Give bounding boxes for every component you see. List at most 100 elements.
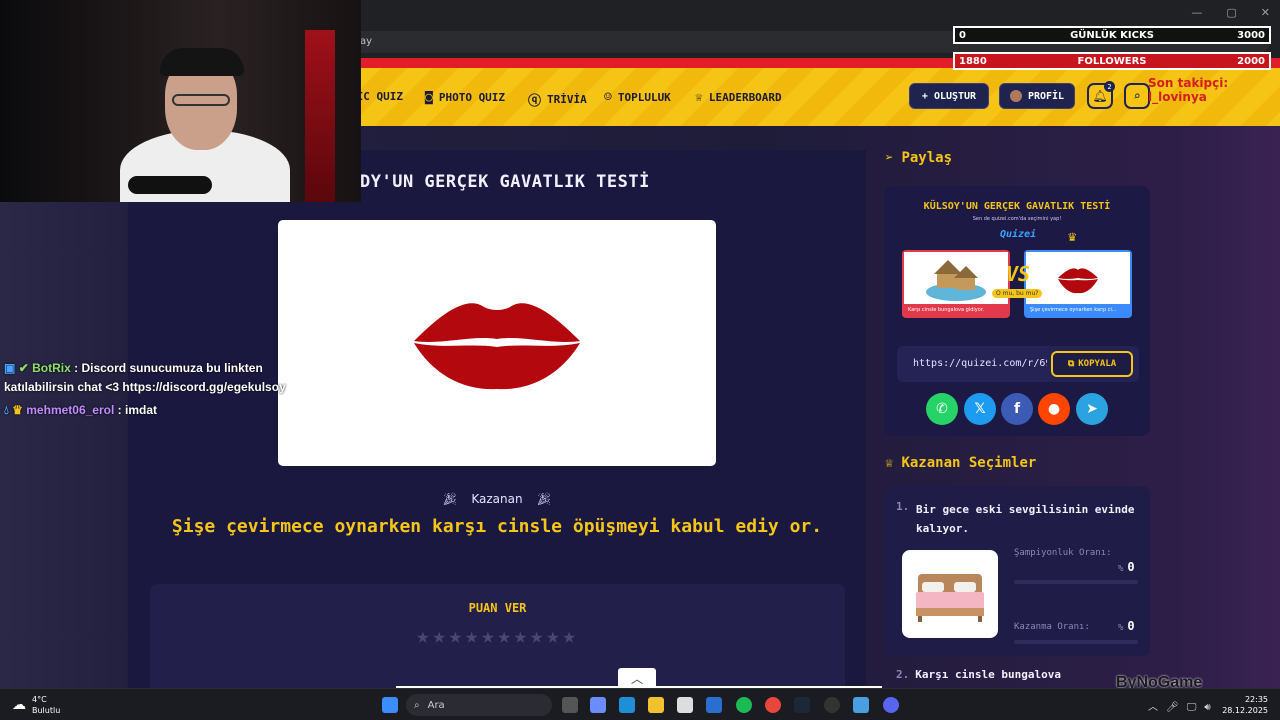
star-icon[interactable]: ★ <box>433 624 449 649</box>
share-heading-label: Paylaş <box>901 150 953 166</box>
mail-icon[interactable] <box>706 697 722 713</box>
star-icon[interactable]: ★ <box>514 624 530 649</box>
star-icon[interactable]: ★ <box>546 624 562 649</box>
nav-label: TRİVİA <box>547 93 587 106</box>
facebook-icon: f <box>1013 401 1021 417</box>
folder-icon[interactable] <box>648 697 664 713</box>
nav-community[interactable]: ☺ TOPLULUK <box>604 90 671 105</box>
nav-trivia[interactable]: ⓠ TRİVİA <box>528 90 587 109</box>
star-rating[interactable]: ★★★★★★★★★★ <box>150 624 845 649</box>
plus-icon: + <box>921 90 928 102</box>
maximize-button[interactable]: ▢ <box>1226 6 1236 19</box>
obs-icon[interactable] <box>824 697 840 713</box>
winner-heading-label: Kazanan <box>471 492 523 506</box>
create-label: OLUŞTUR <box>933 90 977 102</box>
followers-goal-bar: 1880 FOLLOWERS 2000 <box>953 52 1271 70</box>
star-icon[interactable]: ★ <box>465 624 481 649</box>
share-link-row: https://quizei.com/r/69 ⧉ KOPYALA <box>897 346 1139 382</box>
question-icon: ⓠ <box>528 94 542 109</box>
clock-date: 28.12.2025 <box>1222 706 1268 715</box>
window-controls: — ▢ ✕ <box>1191 6 1270 19</box>
reddit-icon: ● <box>1047 401 1061 417</box>
app-icon[interactable] <box>853 697 869 713</box>
star-icon[interactable]: ★ <box>498 624 514 649</box>
task-view-icon[interactable] <box>562 697 578 713</box>
or-label: O mu, bu mu? <box>992 289 1043 298</box>
choice-item[interactable]: 1. Bir gece eski sevgilisinin evinde kal… <box>884 486 1150 656</box>
clock[interactable]: 22:35 28.12.2025 <box>1222 694 1268 716</box>
telegram-share-button[interactable]: ➤ <box>1076 393 1108 425</box>
winner-heading: 🎉︎ Kazanan 🎉︎ <box>0 492 994 506</box>
win-rate-bar <box>1014 640 1138 644</box>
nav-leaderboard[interactable]: ♕ LEADERBOARD <box>695 90 782 105</box>
nav-label: TOPLULUK <box>617 91 671 104</box>
cloud-icon: ☁ <box>12 697 26 713</box>
system-tray[interactable]: ︿🎤︎🖵🔊︎ <box>1148 698 1219 713</box>
preview-right-caption: Şişe çevirmece oynarken karşı ci... <box>1026 304 1130 316</box>
copy-icon: ⧉ <box>1067 359 1075 369</box>
nav-label: LEADERBOARD <box>708 91 782 104</box>
taskbar-search[interactable]: ⌕ Ara <box>406 694 552 716</box>
copilot-icon[interactable] <box>590 697 606 713</box>
chat-username: BotRix <box>32 361 71 375</box>
choice-image <box>902 550 998 638</box>
page-title: DY'UN GERÇEK GAVATLIK TESTİ <box>360 172 650 192</box>
profile-button[interactable]: PROFİL <box>999 83 1075 109</box>
bot-badge-icon: ▣ <box>4 361 16 375</box>
notifications-button[interactable]: 🔔︎ 2 <box>1087 81 1115 109</box>
edge-icon[interactable] <box>619 697 635 713</box>
star-icon[interactable]: ★ <box>449 624 465 649</box>
minimize-button[interactable]: — <box>1191 6 1202 19</box>
address-text: ay <box>360 36 373 47</box>
search-icon: ⌕ <box>1133 89 1141 103</box>
verified-icon: ✔ <box>18 361 29 375</box>
close-button[interactable]: ✕ <box>1261 6 1270 19</box>
star-icon[interactable]: ★ <box>563 624 579 649</box>
trophy-icon: ♕ <box>695 90 703 105</box>
winner-choice-text: Şişe çevirmece oynarken karşı cinsle öpü… <box>171 516 823 537</box>
send-icon: ➢ <box>885 150 894 166</box>
kicks-goal-bar: 0 GÜNLÜK KICKS 3000 <box>953 26 1271 44</box>
spotify-icon[interactable] <box>736 697 752 713</box>
drop-icon: 💧︎ <box>4 403 9 417</box>
win-rate-value: % 0 <box>1118 619 1135 633</box>
streamer-cap <box>160 48 244 76</box>
create-button[interactable]: + OLUŞTUR <box>909 83 989 109</box>
trophy-icon: ♕ <box>885 455 894 471</box>
start-icon[interactable] <box>382 697 398 713</box>
x-share-button[interactable]: 𝕏 <box>964 393 996 425</box>
lips-icon <box>414 303 580 390</box>
users-icon: ☺ <box>604 90 612 105</box>
nav-photo-quiz[interactable]: ◙ PHOTO QUIZ <box>425 90 505 105</box>
weather-widget[interactable]: ☁ 4°C Bulutlu <box>12 694 60 716</box>
choice-item[interactable]: 2. Karşı cinsle bungalova <box>896 668 1061 681</box>
crown-icon: ♛ <box>1068 229 1077 245</box>
vs-label: VS <box>1006 262 1031 286</box>
share-link-field[interactable]: https://quizei.com/r/69 <box>913 358 1047 369</box>
scroll-top-button[interactable]: ︿ <box>618 668 656 688</box>
star-icon[interactable]: ★ <box>416 624 432 649</box>
weather-desc: Bulutlu <box>32 706 61 715</box>
x-icon: 𝕏 <box>974 401 986 417</box>
reddit-share-button[interactable]: ● <box>1038 393 1070 425</box>
star-icon[interactable]: ★ <box>530 624 546 649</box>
copy-button[interactable]: ⧉ KOPYALA <box>1051 351 1133 377</box>
party-icon: 🎉︎ <box>536 492 552 506</box>
preview-title: KÜLSOY'UN GERÇEK GAVATLIK TESTİ <box>923 201 1111 212</box>
webcam-feed <box>0 0 361 202</box>
search-button[interactable]: ⌕ <box>1124 83 1150 109</box>
star-icon[interactable]: ★ <box>481 624 497 649</box>
champion-rate-bar <box>1014 580 1138 584</box>
champion-rate-label: Şampiyonluk Oranı: <box>1014 548 1112 558</box>
weather-temp: 4°C <box>32 695 47 704</box>
facebook-share-button[interactable]: f <box>1001 393 1033 425</box>
steam-icon[interactable] <box>794 697 810 713</box>
bed-icon <box>916 574 984 622</box>
search-placeholder: Ara <box>427 699 445 711</box>
champion-rate-number: 0 <box>1127 560 1135 574</box>
store-icon[interactable] <box>677 697 693 713</box>
discord-icon[interactable] <box>883 697 899 713</box>
chrome-icon[interactable] <box>765 697 781 713</box>
whatsapp-share-button[interactable]: ✆ <box>926 393 958 425</box>
lips-icon <box>1026 252 1130 304</box>
